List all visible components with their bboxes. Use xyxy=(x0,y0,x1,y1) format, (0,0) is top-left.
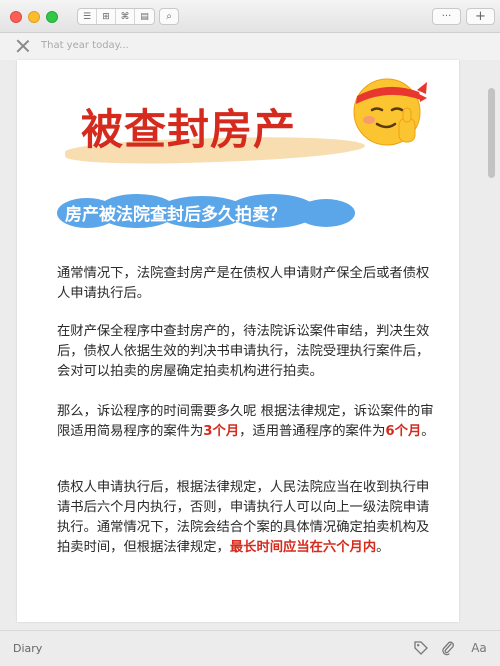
new-entry-button[interactable]: + xyxy=(466,8,495,25)
map-view-icon[interactable]: ⌘ xyxy=(116,9,135,24)
journal-selector[interactable]: Diary xyxy=(13,642,42,655)
grid-view-icon[interactable]: ⊞ xyxy=(97,9,116,24)
window-titlebar: ☰ ⊞ ⌘ ▤ ⌕ ··· + xyxy=(0,0,500,33)
entry-header: That year today... xyxy=(0,33,500,60)
paragraph-3: 那么，诉讼程序的时间需要多久呢 根据法律规定，诉讼案件的审限适用简易程序的案件为… xyxy=(57,402,437,442)
entry-image: 被查封房产 房产被法院查封后多久拍卖？ 通常情况下，法院查封房产是在债权人申请财… xyxy=(17,60,459,622)
paragraph-1: 通常情况下，法院查封房产是在债权人申请财产保全后或者债权人申请执行后。 xyxy=(57,264,437,304)
text-format-label: Aa xyxy=(471,641,487,655)
tag-icon[interactable] xyxy=(413,640,429,656)
highlight-duration-ordinary: 6个月 xyxy=(385,424,422,439)
view-switcher: ☰ ⊞ ⌘ ▤ xyxy=(77,8,155,25)
close-icon[interactable] xyxy=(16,39,30,53)
more-options-button[interactable]: ··· xyxy=(432,8,461,25)
add-icon: + xyxy=(475,9,486,24)
emoji-headband-icon xyxy=(353,78,427,146)
more-icon: ··· xyxy=(441,11,452,22)
minimize-window-button[interactable] xyxy=(28,11,40,23)
paragraph-text: 。 xyxy=(376,540,390,555)
scrollbar-thumb[interactable] xyxy=(488,88,495,178)
entry-title-placeholder[interactable]: That year today... xyxy=(41,40,129,51)
close-window-button[interactable] xyxy=(10,11,22,23)
paperclip-icon[interactable] xyxy=(440,640,456,656)
text-format-icon[interactable]: Aa xyxy=(468,640,490,656)
calendar-view-icon[interactable]: ▤ xyxy=(135,9,154,24)
search-button[interactable]: ⌕ xyxy=(159,8,179,25)
section-heading: 房产被法院查封后多久拍卖？ xyxy=(65,205,286,225)
paragraph-text: 。 xyxy=(421,424,435,439)
paragraph-4: 债权人申请执行后，根据法律规定，人民法院应当在收到执行申请书后六个月内执行，否则… xyxy=(57,478,437,558)
search-icon: ⌕ xyxy=(166,11,172,22)
paragraph-text: 通常情况下，法院查封房产是在债权人申请财产保全后或者债权人申请执行后。 xyxy=(57,266,430,301)
paragraph-text: 在财产保全程序中查封房产的，待法院诉讼案件审结，判决生效后，债权人依据生效的判决… xyxy=(57,324,430,379)
list-view-icon[interactable]: ☰ xyxy=(78,9,97,24)
paragraph-text: ，适用普通程序的案件为 xyxy=(239,424,386,439)
paragraph-2: 在财产保全程序中查封房产的，待法院诉讼案件审结，判决生效后，债权人依据生效的判决… xyxy=(57,322,437,382)
entry-footer: Diary Aa xyxy=(0,630,500,666)
banner-title: 被查封房产 xyxy=(81,105,297,154)
highlight-max-time: 最长时间应当在六个月内 xyxy=(229,540,377,555)
highlight-duration-simple: 3个月 xyxy=(203,424,240,439)
zoom-window-button[interactable] xyxy=(46,11,58,23)
